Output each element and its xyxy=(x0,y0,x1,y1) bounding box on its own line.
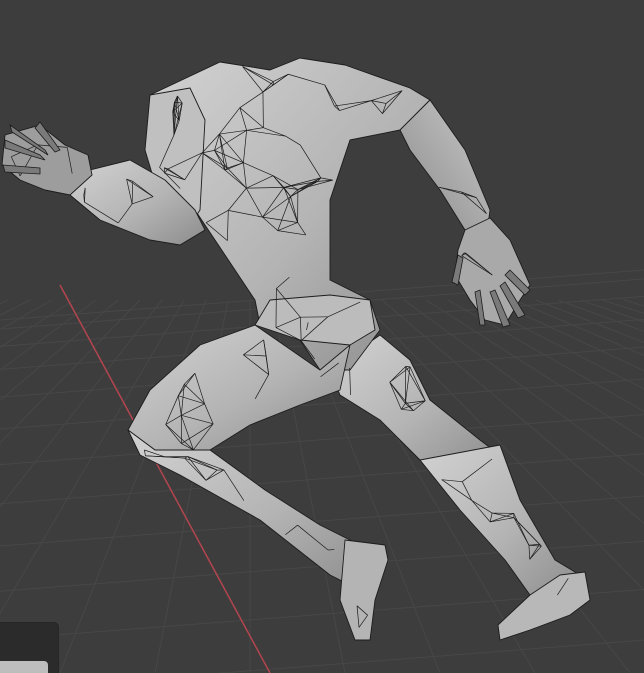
front-foot xyxy=(339,539,389,641)
collapsed-panel-icon[interactable] xyxy=(0,661,48,673)
3d-viewport[interactable] xyxy=(0,0,644,673)
grid-line xyxy=(59,299,207,673)
front-shin xyxy=(127,429,376,591)
grid-line xyxy=(214,639,644,673)
grid-line xyxy=(623,299,644,307)
grid-line xyxy=(0,299,141,444)
grid-line xyxy=(0,299,31,316)
grid-line xyxy=(0,414,644,466)
grid-line xyxy=(0,299,119,402)
grid-line xyxy=(601,299,644,314)
grid-line xyxy=(0,299,163,508)
grid-line xyxy=(0,299,9,305)
grid-line xyxy=(0,299,53,331)
grid-line xyxy=(0,299,75,348)
back-shin xyxy=(419,444,581,601)
viewport-scene[interactable] xyxy=(0,0,644,673)
grid-line xyxy=(0,453,644,505)
collapsed-panel[interactable] xyxy=(0,623,58,673)
right-upper-arm xyxy=(399,99,491,231)
grid-line xyxy=(0,299,185,615)
